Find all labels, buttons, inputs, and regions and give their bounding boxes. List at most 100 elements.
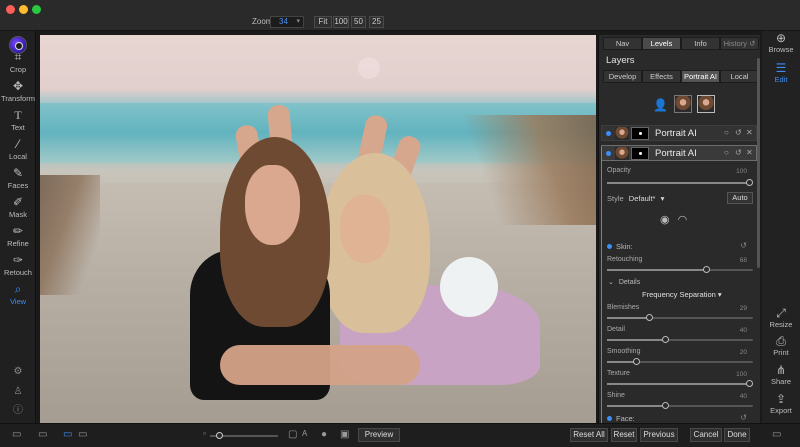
zoom-select[interactable]: 34 ▾ — [270, 16, 304, 28]
skin-reset-icon[interactable]: ↺ — [740, 241, 747, 250]
face-thumbnail-2[interactable] — [697, 95, 715, 113]
zoom-window-button[interactable] — [32, 5, 41, 14]
subtab-portrait-ai[interactable]: Portrait AI — [681, 70, 720, 83]
face-reset-icon[interactable]: ↺ — [740, 413, 747, 422]
slider-knob[interactable] — [216, 432, 223, 439]
layer-close-icon[interactable]: ✕ — [746, 128, 753, 137]
module-resize[interactable]: ⤢ Resize — [762, 306, 800, 329]
toggle-right-panel-icon[interactable]: ▭ — [772, 429, 781, 440]
module-browse[interactable]: ⊕ Browse — [762, 31, 800, 54]
texture-slider[interactable] — [607, 380, 753, 387]
done-button[interactable]: Done — [724, 428, 750, 442]
zoom-fit-button[interactable]: Fit — [314, 16, 332, 28]
lips-icon[interactable]: ◠ — [678, 214, 696, 226]
text-overlay-icon[interactable]: A — [302, 429, 307, 438]
subtab-effects[interactable]: Effects — [642, 70, 681, 83]
retouching-slider[interactable] — [607, 266, 753, 273]
retouch-icon: ✑ — [12, 253, 24, 267]
zoom-50-button[interactable]: 50 — [351, 16, 366, 28]
help-icon: ⓘ — [13, 405, 23, 416]
layer-options-icon[interactable]: ○ — [724, 128, 729, 137]
blemishes-slider[interactable] — [607, 314, 753, 321]
opacity-slider[interactable] — [607, 179, 753, 186]
style-select[interactable]: Style Default* ▾ — [607, 194, 664, 203]
mask-view-icon[interactable]: ▢ — [288, 429, 297, 440]
details-toggle[interactable]: ⌄ Details — [608, 278, 640, 286]
frequency-separation-select[interactable]: Frequency Separation ▾ — [642, 290, 722, 299]
zoom-slider[interactable] — [210, 432, 278, 439]
undo-icon: ↺ — [749, 39, 756, 48]
photo-arms — [220, 345, 420, 385]
close-window-button[interactable] — [6, 5, 15, 14]
tool-mask[interactable]: ✐ Mask — [0, 195, 36, 219]
zoom-out-icon[interactable]: ▫ — [203, 429, 206, 438]
tool-faces[interactable]: ✎ Faces — [0, 166, 36, 190]
tab-nav[interactable]: Nav — [603, 37, 642, 50]
previous-button[interactable]: Previous — [640, 428, 678, 442]
settings-button[interactable]: ⚙ — [0, 365, 36, 379]
slider-knob[interactable] — [703, 266, 710, 273]
tool-text[interactable]: T Text — [0, 108, 36, 132]
print-icon: ⎙ — [776, 334, 786, 348]
layer-thumbnail — [615, 127, 629, 140]
auto-button[interactable]: Auto — [727, 192, 753, 204]
tool-refine[interactable]: ✏ Refine — [0, 224, 36, 248]
layer-reset-icon[interactable]: ↺ — [735, 128, 742, 137]
panel-tabs: Nav Levels Info History ↺ — [603, 37, 759, 50]
tab-levels[interactable]: Levels — [642, 37, 681, 50]
subtab-develop[interactable]: Develop — [603, 70, 642, 83]
browse-icon: ⊕ — [775, 31, 787, 45]
chevron-down-icon: ▾ — [660, 194, 665, 203]
faces-icon: ✎ — [12, 166, 24, 180]
layer-visibility-dot[interactable] — [606, 131, 611, 136]
module-export[interactable]: ⇪ Export — [762, 392, 800, 415]
reset-all-button[interactable]: Reset All — [570, 428, 608, 442]
eye-icon[interactable]: ◉ — [660, 214, 678, 226]
grid-view-icon[interactable]: ▣ — [340, 429, 349, 440]
photo-canvas[interactable] — [40, 35, 596, 423]
detail-slider[interactable] — [607, 336, 753, 343]
reset-button[interactable]: Reset — [611, 428, 637, 442]
face-thumbnail-1[interactable] — [674, 95, 692, 113]
add-layer-icon[interactable]: 👤 — [653, 98, 668, 112]
slider-knob[interactable] — [646, 314, 653, 321]
filmstrip-icon[interactable]: ▭ — [38, 429, 47, 440]
zoom-100-button[interactable]: 100 — [333, 16, 349, 28]
single-view-icon[interactable]: ▭ — [63, 429, 72, 440]
slider-knob[interactable] — [746, 380, 753, 387]
retouching-value: 68 — [739, 257, 747, 264]
slider-knob[interactable] — [662, 402, 669, 409]
shine-slider[interactable] — [607, 402, 753, 409]
panel-scrollbar[interactable] — [757, 58, 760, 268]
help-button[interactable]: ⓘ — [0, 404, 36, 418]
photo-person-left-face — [245, 165, 300, 245]
slider-knob[interactable] — [746, 179, 753, 186]
circle-view-icon[interactable]: ● — [321, 429, 327, 440]
tool-transform[interactable]: ✥ Transform — [0, 79, 36, 103]
subtab-local[interactable]: Local — [720, 70, 759, 83]
tool-retouch[interactable]: ✑ Retouch — [0, 253, 36, 277]
account-button[interactable]: ♙ — [0, 385, 36, 399]
compare-view-icon[interactable]: ▭ — [78, 429, 87, 440]
zoom-25-button[interactable]: 25 — [369, 16, 384, 28]
tool-local[interactable]: ⁄ Local — [0, 137, 36, 161]
layer-mask-thumbnail[interactable] — [631, 127, 649, 140]
cancel-button[interactable]: Cancel — [690, 428, 722, 442]
smoothing-slider[interactable] — [607, 358, 753, 365]
module-print[interactable]: ⎙ Print — [762, 334, 800, 357]
toggle-left-panel-icon[interactable]: ▭ — [12, 429, 21, 440]
preview-button[interactable]: Preview — [358, 428, 400, 442]
layer-row[interactable]: Portrait AI ○ ↺ ✕ — [601, 125, 757, 141]
minimize-window-button[interactable] — [19, 5, 28, 14]
module-share[interactable]: ⋔ Share — [762, 363, 800, 386]
tool-view[interactable]: ⌕ View — [0, 282, 36, 306]
skin-section-header[interactable]: Skin: — [607, 242, 633, 251]
tab-info[interactable]: Info — [681, 37, 720, 50]
face-section-header[interactable]: Face: — [607, 414, 635, 423]
chevron-down-icon: ⌄ — [608, 279, 614, 286]
slider-knob[interactable] — [662, 336, 669, 343]
module-edit[interactable]: ☰ Edit — [762, 61, 800, 84]
tool-crop[interactable]: ⌗ Crop — [0, 50, 36, 74]
tab-history[interactable]: History ↺ — [720, 37, 759, 50]
slider-knob[interactable] — [633, 358, 640, 365]
